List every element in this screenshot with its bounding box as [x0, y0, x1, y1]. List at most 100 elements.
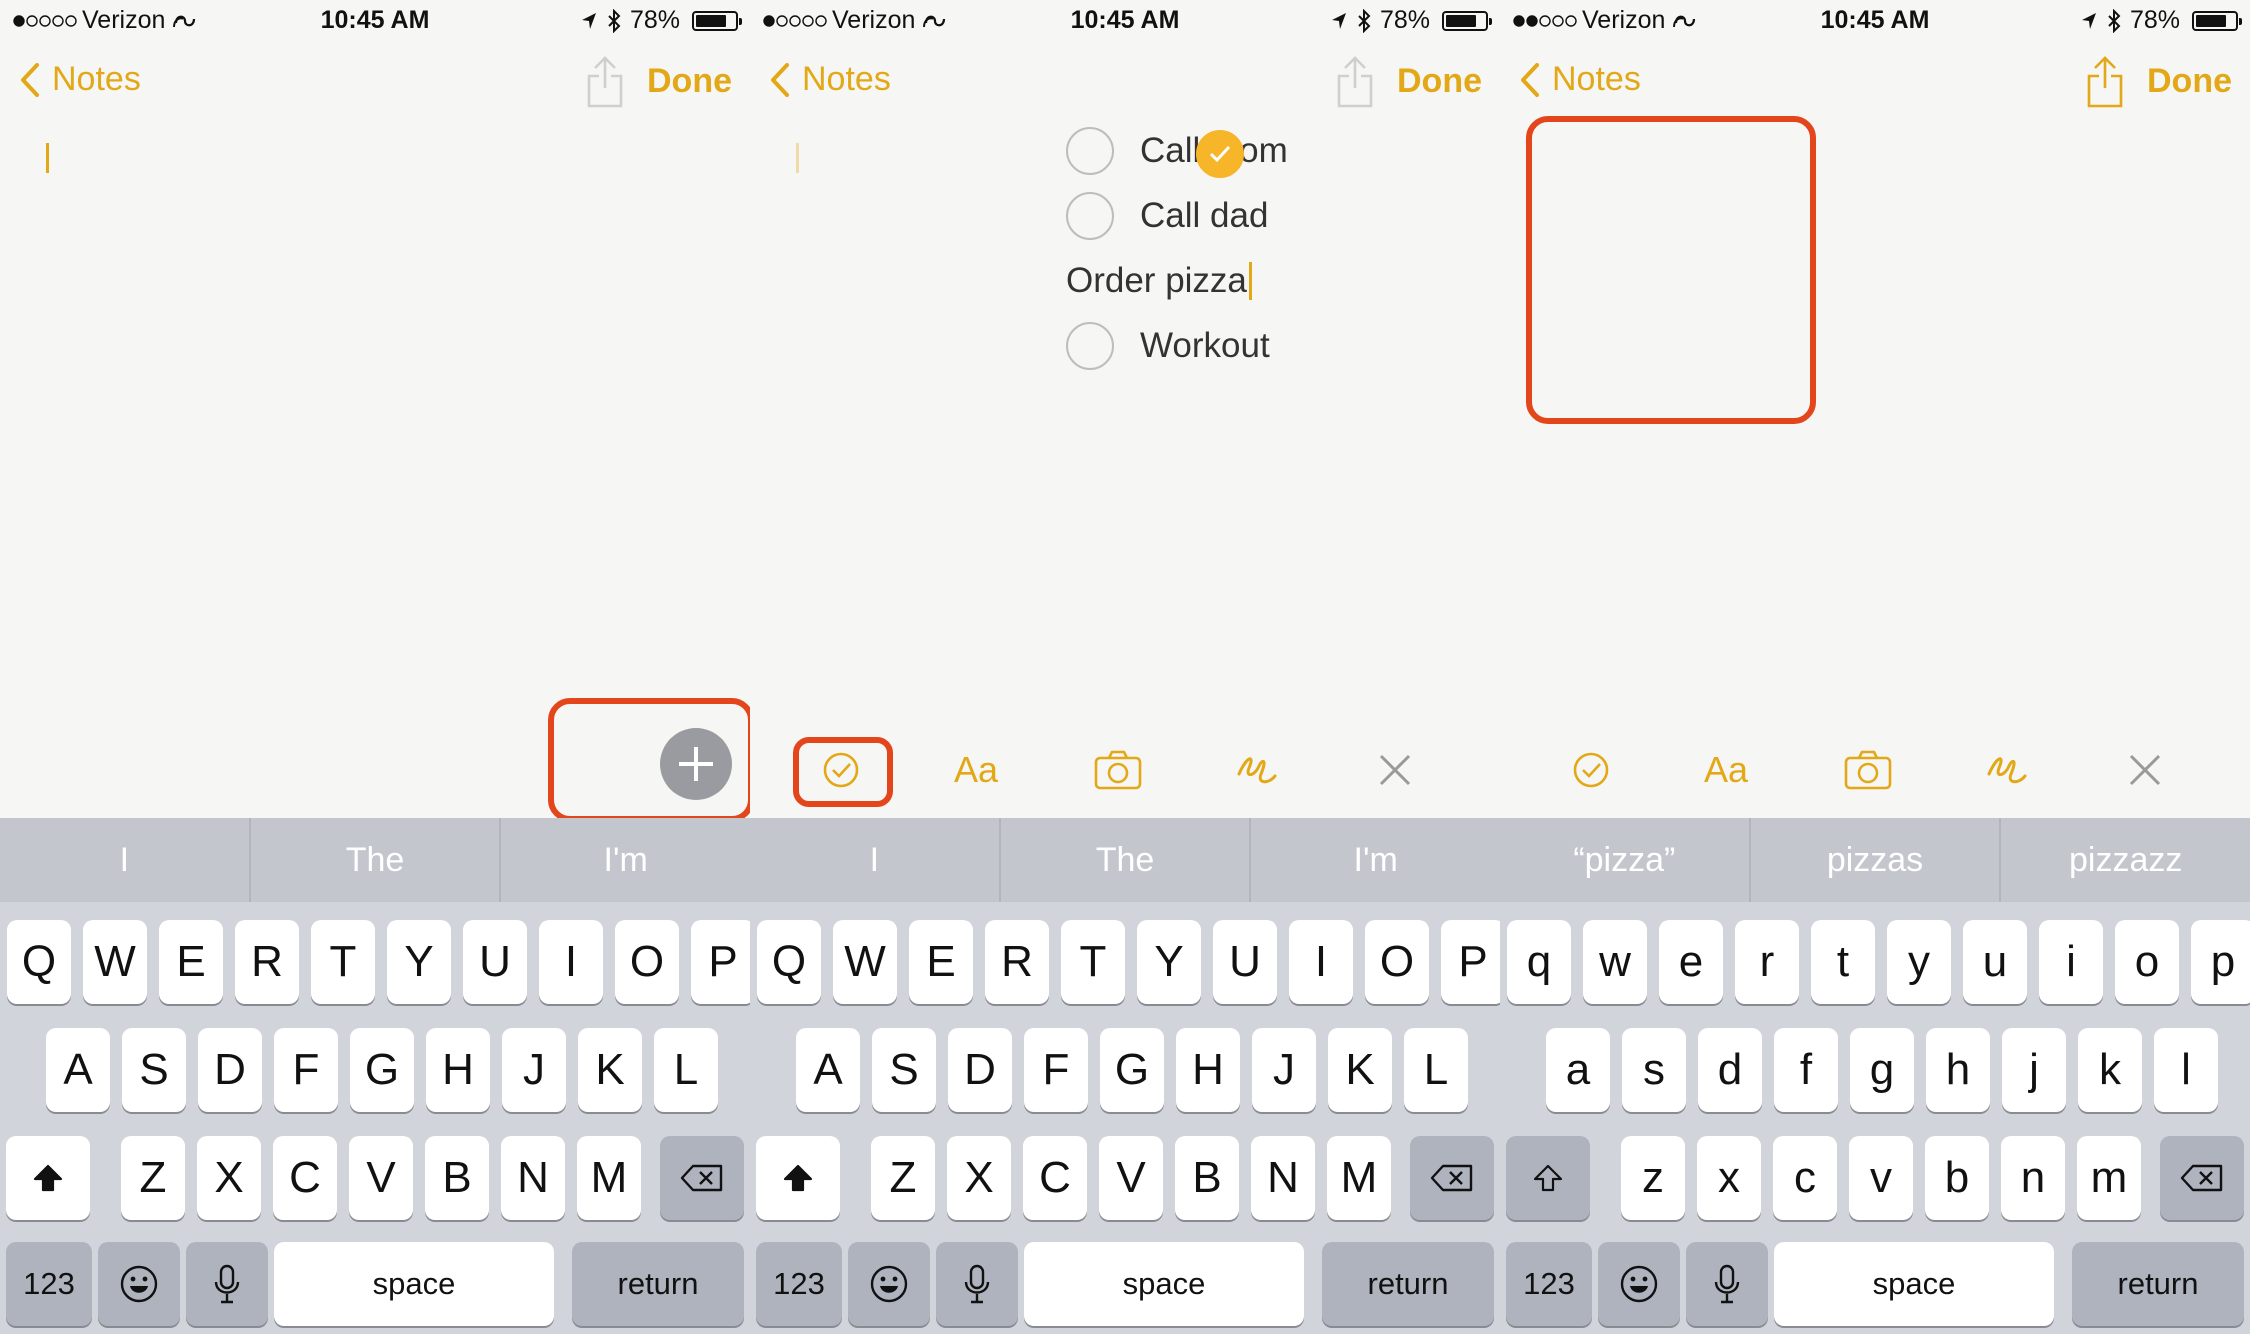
checkbox-circle[interactable]	[1066, 191, 1114, 240]
checklist-item[interactable]: Order pizza	[1066, 130, 1288, 313]
done-button[interactable]: Done	[2147, 62, 2232, 101]
key-letter[interactable]: V	[1099, 1136, 1163, 1220]
key-letter[interactable]: A	[46, 1028, 110, 1112]
suggestion-item[interactable]: The	[1001, 818, 1252, 902]
key-letter[interactable]: D	[948, 1028, 1012, 1112]
key-letter[interactable]: Y	[1137, 920, 1201, 1004]
key-letter[interactable]: G	[1100, 1028, 1164, 1112]
numbers-key[interactable]: 123	[1506, 1242, 1592, 1326]
numbers-key[interactable]: 123	[6, 1242, 92, 1326]
checkbox-circle[interactable]	[1066, 126, 1114, 175]
key-letter[interactable]: k	[2078, 1028, 2142, 1112]
close-toolbar-button[interactable]	[1364, 742, 1426, 798]
sketch-button[interactable]	[1976, 742, 2038, 798]
back-to-notes-button[interactable]: Notes	[18, 60, 141, 99]
shift-key[interactable]	[6, 1136, 90, 1220]
key-letter[interactable]: z	[1621, 1136, 1685, 1220]
key-letter[interactable]: s	[1622, 1028, 1686, 1112]
key-letter[interactable]: E	[909, 920, 973, 1004]
share-button[interactable]	[2085, 54, 2125, 115]
return-key[interactable]: return	[572, 1242, 744, 1326]
key-letter[interactable]: C	[1023, 1136, 1087, 1220]
key-letter[interactable]: X	[947, 1136, 1011, 1220]
key-letter[interactable]: M	[1327, 1136, 1391, 1220]
key-letter[interactable]: O	[1365, 920, 1429, 1004]
emoji-key[interactable]	[1598, 1242, 1680, 1326]
key-letter[interactable]: K	[578, 1028, 642, 1112]
checklist-item[interactable]: Call mom	[1066, 118, 1288, 183]
key-letter[interactable]: n	[2001, 1136, 2065, 1220]
key-letter[interactable]: L	[654, 1028, 718, 1112]
key-letter[interactable]: q	[1507, 920, 1571, 1004]
key-letter[interactable]: C	[273, 1136, 337, 1220]
shift-key[interactable]	[1506, 1136, 1590, 1220]
key-letter[interactable]: W	[833, 920, 897, 1004]
text-format-button[interactable]: Aa	[949, 742, 1011, 798]
shift-key[interactable]	[756, 1136, 840, 1220]
key-letter[interactable]: J	[502, 1028, 566, 1112]
return-key[interactable]: return	[1322, 1242, 1494, 1326]
key-letter[interactable]: K	[1328, 1028, 1392, 1112]
sketch-button[interactable]	[1226, 742, 1288, 798]
space-key[interactable]: space	[274, 1242, 554, 1326]
checklist-item[interactable]: Workout	[1066, 313, 1288, 378]
note-canvas[interactable]	[0, 0, 750, 818]
key-letter[interactable]: S	[872, 1028, 936, 1112]
suggestion-item[interactable]: I	[750, 818, 1001, 902]
key-letter[interactable]: W	[83, 920, 147, 1004]
key-letter[interactable]: d	[1698, 1028, 1762, 1112]
checklist-button[interactable]	[1560, 742, 1622, 798]
key-letter[interactable]: R	[235, 920, 299, 1004]
done-button[interactable]: Done	[1397, 62, 1482, 101]
checkbox-circle[interactable]	[1195, 130, 1244, 178]
key-letter[interactable]: p	[2191, 920, 2250, 1004]
key-letter[interactable]: M	[577, 1136, 641, 1220]
key-letter[interactable]: Q	[7, 920, 71, 1004]
key-letter[interactable]: A	[796, 1028, 860, 1112]
key-letter[interactable]: f	[1774, 1028, 1838, 1112]
key-letter[interactable]: b	[1925, 1136, 1989, 1220]
dictation-key[interactable]	[1686, 1242, 1768, 1326]
key-letter[interactable]: L	[1404, 1028, 1468, 1112]
checkbox-circle[interactable]	[1066, 321, 1114, 370]
key-letter[interactable]: E	[159, 920, 223, 1004]
key-letter[interactable]: I	[1289, 920, 1353, 1004]
key-letter[interactable]: T	[311, 920, 375, 1004]
emoji-key[interactable]	[848, 1242, 930, 1326]
camera-button[interactable]	[1087, 742, 1149, 798]
key-letter[interactable]: m	[2077, 1136, 2141, 1220]
dictation-key[interactable]	[186, 1242, 268, 1326]
key-letter[interactable]: i	[2039, 920, 2103, 1004]
space-key[interactable]: space	[1024, 1242, 1304, 1326]
key-letter[interactable]: V	[349, 1136, 413, 1220]
key-letter[interactable]: Z	[871, 1136, 935, 1220]
suggestion-item[interactable]: The	[251, 818, 502, 902]
key-letter[interactable]: r	[1735, 920, 1799, 1004]
space-key[interactable]: space	[1774, 1242, 2054, 1326]
key-letter[interactable]: v	[1849, 1136, 1913, 1220]
key-letter[interactable]: F	[274, 1028, 338, 1112]
key-letter[interactable]: w	[1583, 920, 1647, 1004]
key-letter[interactable]: e	[1659, 920, 1723, 1004]
key-letter[interactable]: Q	[757, 920, 821, 1004]
back-to-notes-button[interactable]: Notes	[1518, 60, 1641, 99]
key-letter[interactable]: U	[463, 920, 527, 1004]
return-key[interactable]: return	[2072, 1242, 2244, 1326]
key-letter[interactable]: o	[2115, 920, 2179, 1004]
share-button[interactable]	[585, 54, 625, 115]
suggestion-item[interactable]: I'm	[1251, 818, 1500, 902]
key-letter[interactable]: G	[350, 1028, 414, 1112]
key-letter[interactable]: B	[425, 1136, 489, 1220]
key-letter[interactable]: P	[1441, 920, 1500, 1004]
key-letter[interactable]: J	[1252, 1028, 1316, 1112]
checklist-item[interactable]: Call dad	[1066, 183, 1288, 248]
suggestion-item[interactable]: “pizza”	[1500, 818, 1751, 902]
key-letter[interactable]: Z	[121, 1136, 185, 1220]
back-to-notes-button[interactable]: Notes	[768, 60, 891, 99]
emoji-key[interactable]	[98, 1242, 180, 1326]
text-format-button[interactable]: Aa	[1699, 742, 1761, 798]
key-letter[interactable]: I	[539, 920, 603, 1004]
backspace-key[interactable]	[660, 1136, 744, 1220]
key-letter[interactable]: Y	[387, 920, 451, 1004]
suggestion-item[interactable]: pizzas	[1751, 818, 2002, 902]
